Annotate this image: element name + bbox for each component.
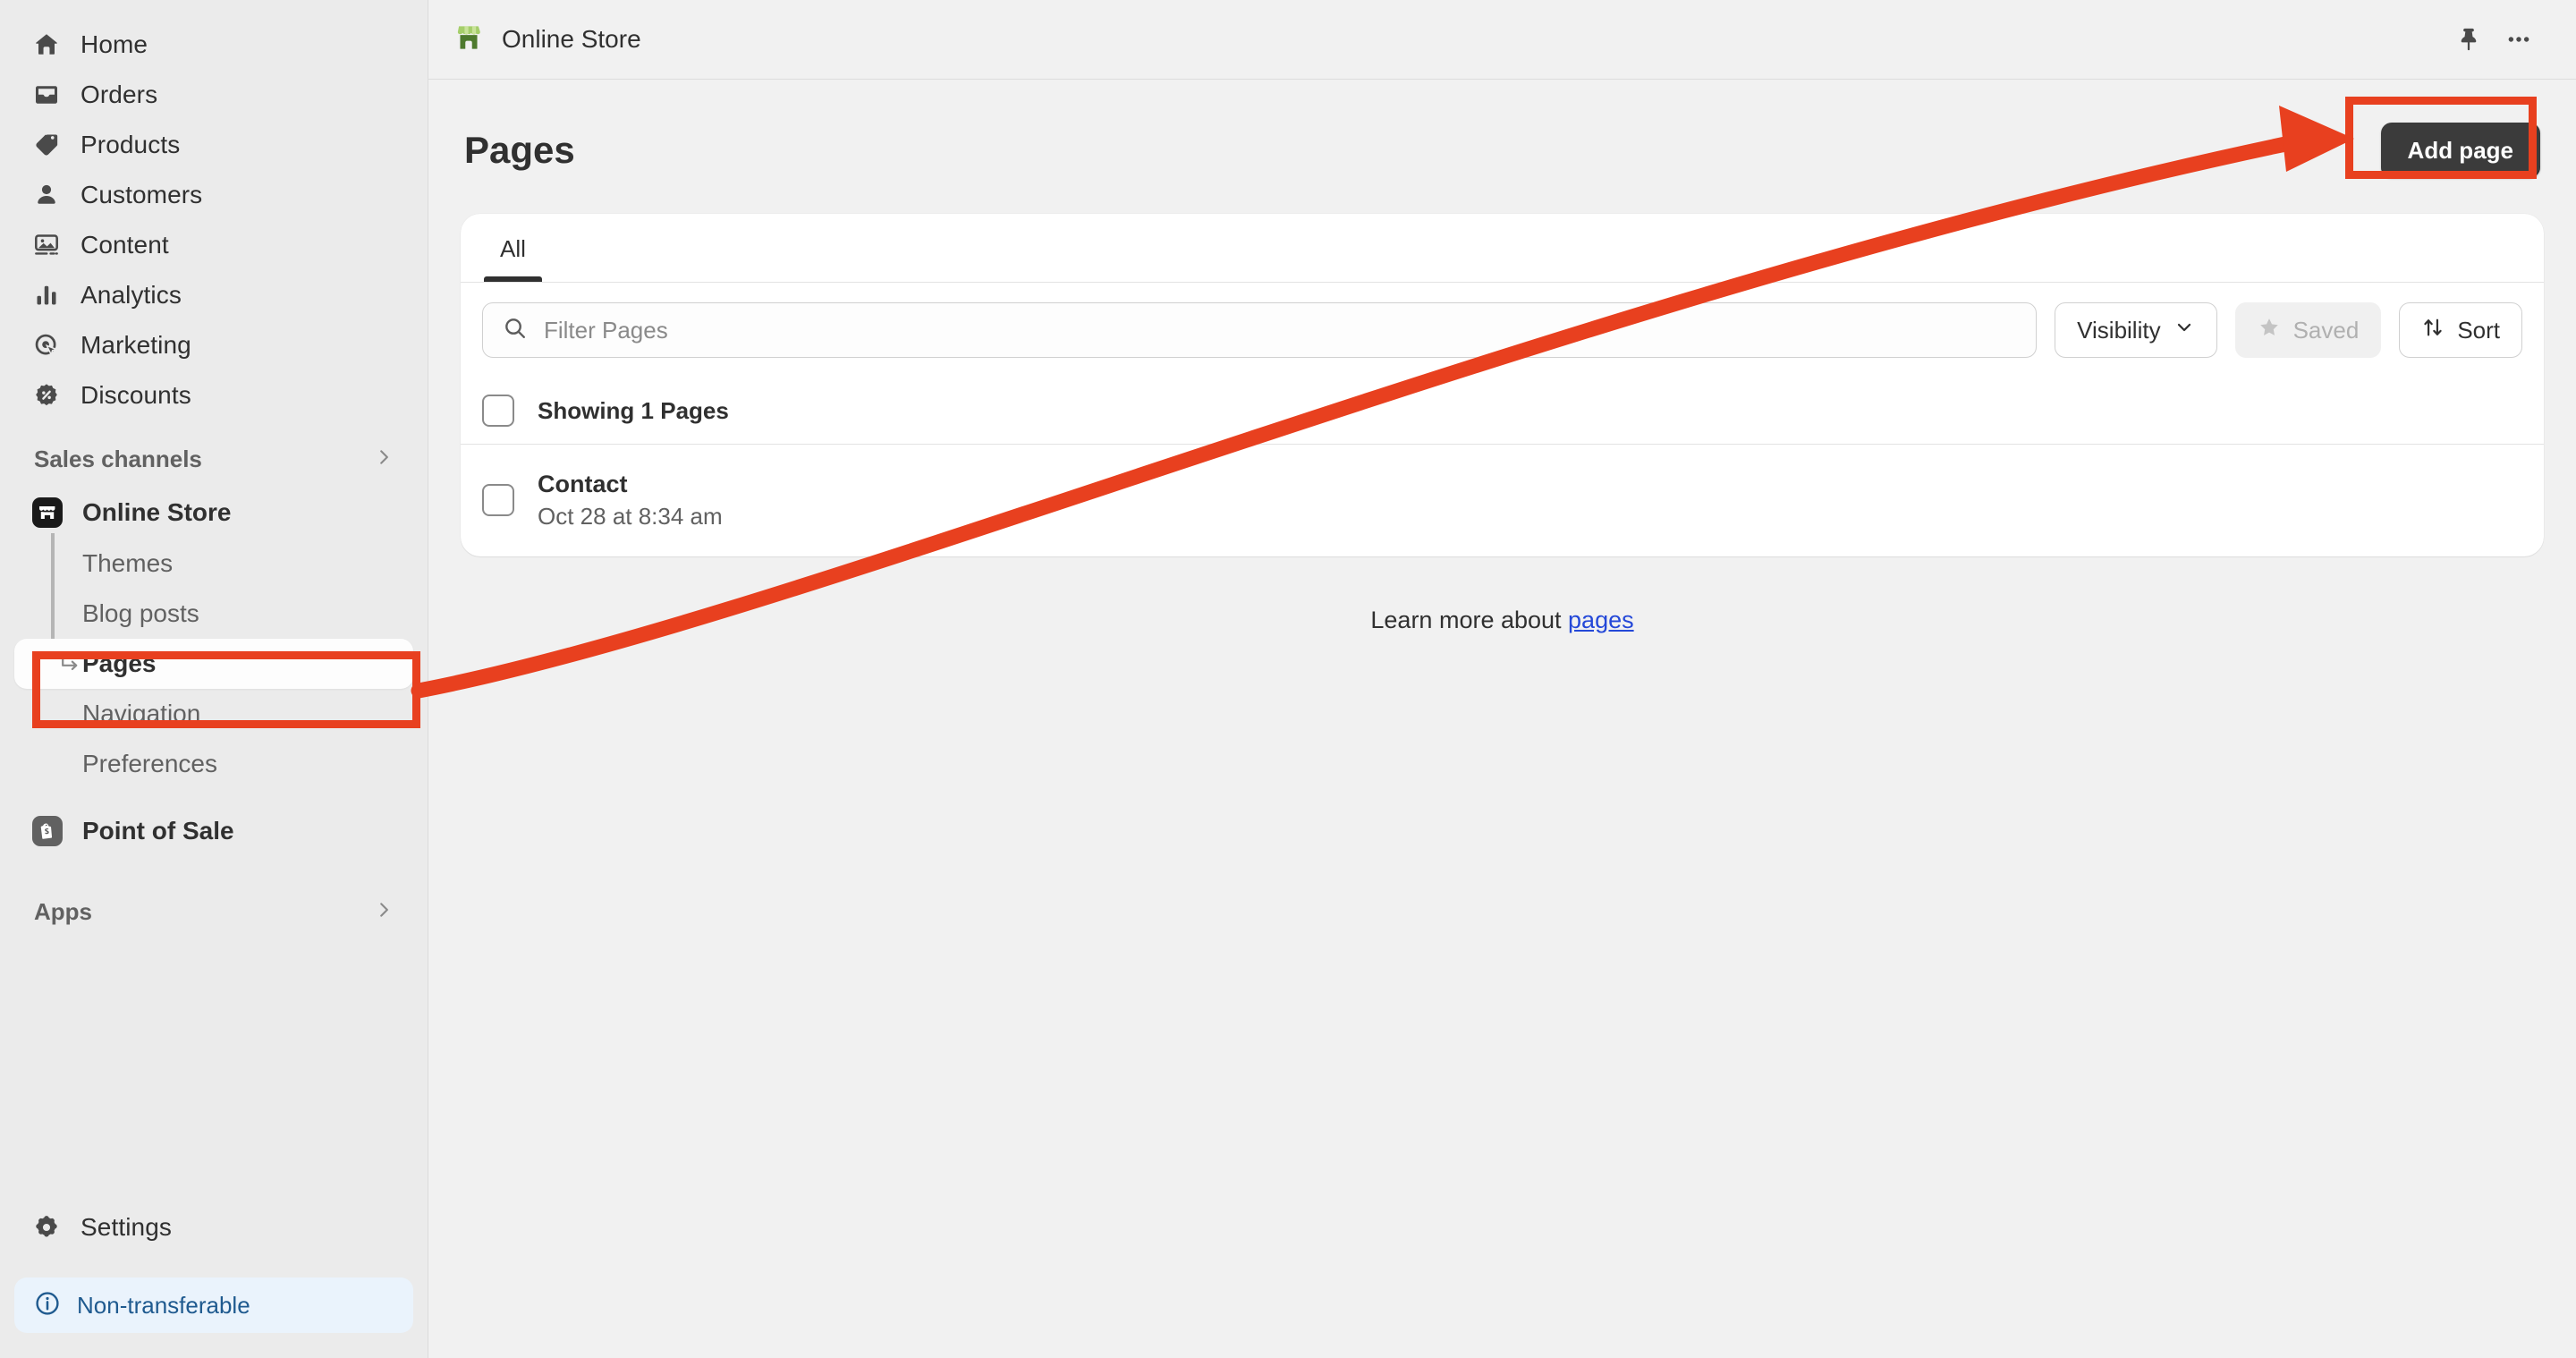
sidebar-item-label: Pages [82, 649, 157, 678]
section-label: Apps [34, 898, 92, 926]
row-timestamp: Oct 28 at 8:34 am [538, 500, 723, 532]
ellipsis-icon[interactable] [2494, 14, 2544, 64]
learn-more-text: Learn more about pages [461, 607, 2544, 634]
sidebar-item-analytics[interactable]: Analytics [14, 270, 413, 320]
add-page-button[interactable]: Add page [2381, 123, 2540, 178]
sidebar-item-discounts[interactable]: Discounts [14, 370, 413, 420]
list-header-row: Showing 1 Pages [461, 378, 2544, 444]
bar-chart-icon [32, 281, 61, 310]
row-checkbox[interactable] [482, 484, 514, 516]
sidebar-item-themes[interactable]: Themes [14, 539, 413, 589]
section-label: Sales channels [34, 446, 202, 473]
sidebar-item-label: Blog posts [82, 599, 199, 628]
learn-more-prefix: Learn more about [1370, 607, 1568, 633]
sidebar-section-apps[interactable]: Apps [14, 887, 413, 936]
product-tag-icon [32, 131, 61, 159]
search-field[interactable] [482, 302, 2037, 358]
tab-label: All [500, 235, 526, 263]
search-input[interactable] [544, 317, 2016, 344]
top-bar: Online Store [428, 0, 2576, 80]
sidebar-item-label: Navigation [82, 700, 200, 728]
visibility-label: Visibility [2077, 317, 2160, 344]
shopify-bag-icon [32, 816, 63, 846]
main-content: Online Store Pages Add page All [428, 0, 2576, 1358]
info-circle-icon [34, 1290, 61, 1321]
settings-container: Settings [0, 1202, 428, 1252]
sidebar-item-preferences[interactable]: Preferences [14, 739, 413, 789]
sidebar-item-label: Themes [82, 549, 173, 578]
sidebar-item-label: Analytics [80, 281, 182, 310]
filter-toolbar: Visibility Saved [461, 283, 2544, 378]
visibility-button[interactable]: Visibility [2055, 302, 2216, 358]
page-title: Pages [464, 129, 575, 172]
chevron-right-icon [374, 447, 394, 471]
store-title: Online Store [502, 25, 641, 54]
gear-icon [32, 1213, 61, 1242]
online-store-subnav: Themes Blog posts Pages Navigation Prefe… [0, 539, 428, 789]
saved-label: Saved [2293, 317, 2360, 344]
sidebar-item-label: Content [80, 231, 169, 259]
chevron-down-icon [2174, 317, 2195, 344]
table-row[interactable]: Contact Oct 28 at 8:34 am [461, 445, 2544, 556]
saved-button[interactable]: Saved [2235, 302, 2382, 358]
select-all-checkbox[interactable] [482, 395, 514, 427]
row-text-block: Contact Oct 28 at 8:34 am [538, 468, 723, 533]
sidebar-item-label: Orders [80, 81, 157, 109]
sidebar-item-label: Online Store [82, 498, 231, 527]
tab-bar: All [461, 214, 2544, 282]
discount-badge-icon [32, 381, 61, 410]
sidebar-item-label: Discounts [80, 381, 191, 410]
storefront-icon [453, 22, 484, 57]
sidebar-item-label: Preferences [82, 750, 217, 778]
sidebar-item-point-of-sale[interactable]: Point of Sale [14, 805, 413, 857]
sidebar-item-orders[interactable]: Orders [14, 70, 413, 120]
status-badge-label: Non-transferable [77, 1292, 250, 1320]
sort-button[interactable]: Sort [2399, 302, 2522, 358]
pin-icon[interactable] [2444, 14, 2494, 64]
image-content-icon [32, 231, 61, 259]
target-cursor-icon [32, 331, 61, 360]
chevron-right-icon [374, 900, 394, 923]
star-icon [2258, 316, 2281, 345]
sidebar-item-content[interactable]: Content [14, 220, 413, 270]
sidebar-item-blog-posts[interactable]: Blog posts [14, 589, 413, 639]
sidebar-item-label: Products [80, 131, 180, 159]
sidebar-item-label: Settings [80, 1213, 172, 1242]
sidebar-item-label: Customers [80, 181, 202, 209]
status-badge-container: Non-transferable [0, 1277, 428, 1333]
sidebar-item-home[interactable]: Home [14, 20, 413, 70]
sort-label: Sort [2457, 317, 2500, 344]
sidebar-item-label: Point of Sale [82, 817, 234, 845]
primary-nav: Home Orders Products Customers [0, 20, 428, 420]
search-icon [503, 316, 528, 345]
sidebar-item-products[interactable]: Products [14, 120, 413, 170]
person-icon [32, 181, 61, 209]
sidebar-item-label: Home [80, 30, 148, 59]
sidebar-item-marketing[interactable]: Marketing [14, 320, 413, 370]
status-badge[interactable]: Non-transferable [14, 1277, 413, 1333]
row-title: Contact [538, 468, 723, 500]
orders-inbox-icon [32, 81, 61, 109]
sidebar-item-navigation[interactable]: Navigation [14, 689, 413, 739]
tab-all[interactable]: All [480, 216, 546, 282]
sidebar-item-pages[interactable]: Pages [14, 639, 413, 689]
sidebar-item-settings[interactable]: Settings [14, 1202, 413, 1252]
pages-help-link[interactable]: pages [1568, 607, 1634, 633]
branch-arrow-icon [57, 652, 82, 675]
showing-count-label: Showing 1 Pages [538, 397, 729, 425]
sidebar-item-online-store[interactable]: Online Store [14, 487, 413, 539]
page-container: Pages Add page All [428, 80, 2576, 634]
sidebar-section-sales-channels[interactable]: Sales channels [14, 435, 413, 483]
storefront-icon [32, 497, 63, 528]
app-root: Home Orders Products Customers [0, 0, 2576, 1358]
sidebar-item-customers[interactable]: Customers [14, 170, 413, 220]
sidebar-item-label: Marketing [80, 331, 191, 360]
sort-arrows-icon [2421, 316, 2445, 345]
home-icon [32, 30, 61, 59]
page-header: Pages Add page [464, 80, 2540, 214]
sidebar: Home Orders Products Customers [0, 0, 428, 1358]
pages-card: All Visibility [461, 214, 2544, 556]
